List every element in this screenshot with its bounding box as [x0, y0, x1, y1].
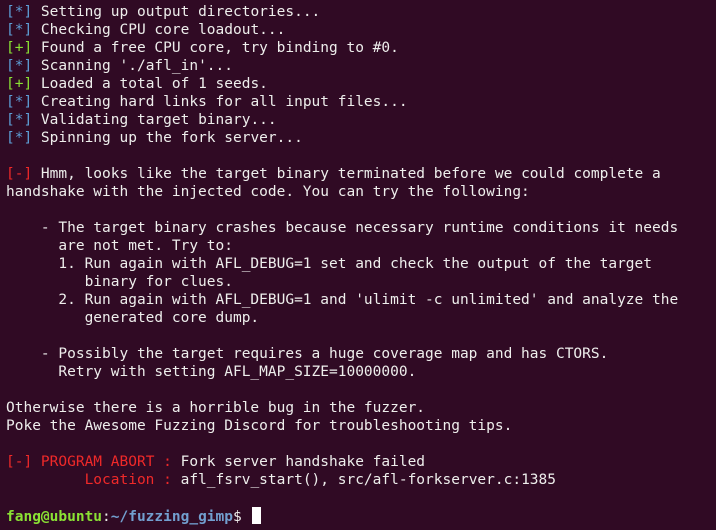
status-tag: [*]	[6, 58, 33, 74]
message-line: are not met. Try to:	[6, 238, 233, 254]
suggestion-lines: - The target binary crashes because nece…	[6, 219, 716, 435]
status-lines: [*] Setting up output directories... [*] …	[6, 3, 716, 147]
abort-label: PROGRAM ABORT :	[32, 454, 181, 470]
location-line: Location : afl_fsrv_start(), src/afl-for…	[6, 471, 716, 489]
status-line: [*] Checking CPU core loadout...	[6, 21, 716, 39]
abort-tag: [-]	[6, 454, 33, 470]
location-label: Location :	[6, 472, 181, 488]
prompt-path: ~/fuzzing_gimp	[110, 509, 233, 525]
status-text: Spinning up the fork server...	[32, 130, 303, 146]
error-line-2: handshake with the injected code. You ca…	[6, 183, 716, 201]
status-tag: [*]	[6, 130, 33, 146]
message-line: Poke the Awesome Fuzzing Discord for tro…	[6, 418, 513, 434]
error-message-2: handshake with the injected code. You ca…	[6, 184, 530, 200]
shell-prompt[interactable]: fang@ubuntu:~/fuzzing_gimp$	[6, 507, 716, 525]
status-line: [*] Scanning './afl_in'...	[6, 57, 716, 75]
status-text: Setting up output directories...	[32, 4, 321, 20]
message-line: 1. Run again with AFL_DEBUG=1 set and ch…	[6, 256, 653, 272]
status-line: [*] Validating target binary...	[6, 111, 716, 129]
status-text: Creating hard links for all input files.…	[32, 94, 408, 110]
abort-message: Fork server handshake failed	[180, 454, 426, 470]
text-cursor[interactable]	[252, 507, 262, 524]
status-tag: [*]	[6, 4, 33, 20]
status-tag: [+]	[6, 76, 33, 92]
status-text: Checking CPU core loadout...	[32, 22, 286, 38]
status-text: Loaded a total of 1 seeds.	[32, 76, 268, 92]
prompt-symbol: $	[232, 509, 251, 525]
message-line: - The target binary crashes because nece…	[6, 220, 679, 236]
prompt-colon: :	[102, 509, 111, 525]
message-line: Retry with setting AFL_MAP_SIZE=10000000…	[6, 364, 417, 380]
status-text: Found a free CPU core, try binding to #0…	[32, 40, 399, 56]
status-tag: [*]	[6, 112, 33, 128]
error-tag: [-]	[6, 166, 33, 182]
status-tag: [*]	[6, 22, 33, 38]
status-line: [*] Spinning up the fork server...	[6, 129, 716, 147]
status-text: Scanning './afl_in'...	[32, 58, 233, 74]
message-line: binary for clues.	[6, 274, 233, 290]
message-line: generated core dump.	[6, 310, 260, 326]
status-line: [+] Loaded a total of 1 seeds.	[6, 75, 716, 93]
error-line-1: [-] Hmm, looks like the target binary te…	[6, 165, 716, 183]
terminal-window[interactable]: [*] Setting up output directories... [*] …	[0, 0, 716, 530]
prompt-user-host: fang@ubuntu	[6, 509, 103, 525]
abort-line: [-] PROGRAM ABORT : Fork server handshak…	[6, 453, 716, 471]
error-message-1: Hmm, looks like the target binary termin…	[32, 166, 661, 182]
message-line: - Possibly the target requires a huge co…	[6, 346, 609, 362]
location-value: afl_fsrv_start(), src/afl-forkserver.c:1…	[180, 472, 556, 488]
message-line: 2. Run again with AFL_DEBUG=1 and 'ulimi…	[6, 292, 679, 308]
message-line: Otherwise there is a horrible bug in the…	[6, 400, 426, 416]
status-tag: [*]	[6, 94, 33, 110]
status-text: Validating target binary...	[32, 112, 277, 128]
status-line: [+] Found a free CPU core, try binding t…	[6, 39, 716, 57]
status-tag: [+]	[6, 40, 33, 56]
status-line: [*] Setting up output directories...	[6, 3, 716, 21]
status-line: [*] Creating hard links for all input fi…	[6, 93, 716, 111]
